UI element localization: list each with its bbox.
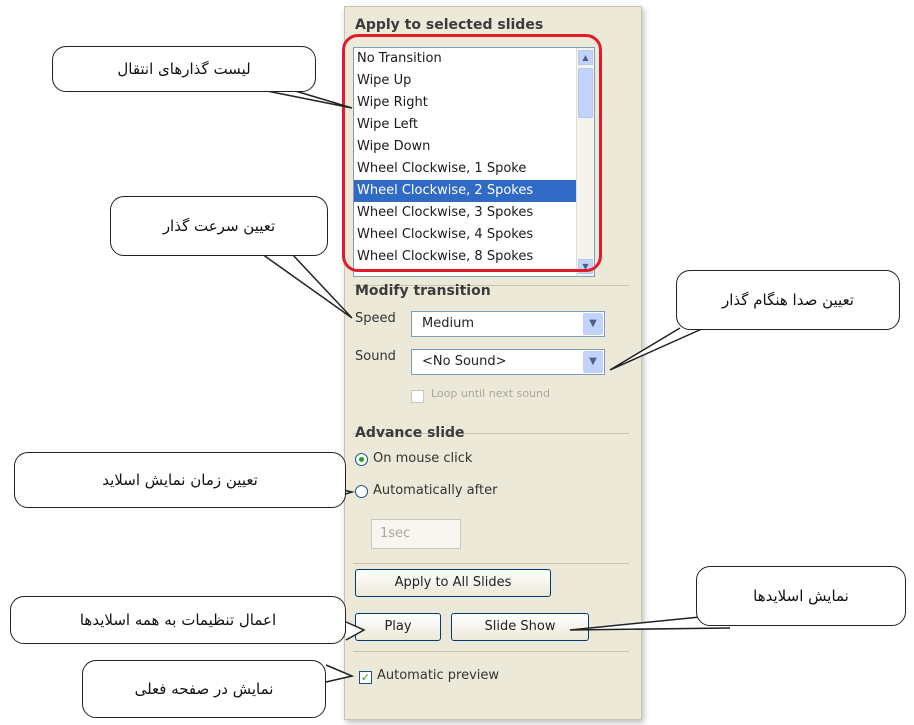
list-item[interactable]: Wheel Clockwise, 3 Spokes xyxy=(354,202,594,224)
speed-label: Speed xyxy=(355,311,396,326)
apply-title: Apply to selected slides xyxy=(355,17,544,33)
divider xyxy=(353,563,629,564)
list-scrollbar[interactable]: ▲ ▼ xyxy=(576,48,594,276)
sound-dropdown[interactable]: <No Sound> ▼ xyxy=(411,349,605,375)
callout-apply-all: اعمال تنظیمات به همه اسلایدها xyxy=(10,596,346,644)
callout-speed: تعیین سرعت گذار xyxy=(110,196,328,256)
transition-items: No Transition Wipe Up Wipe Right Wipe Le… xyxy=(354,48,594,268)
callout-timing-text: تعیین زمان نمایش اسلاید xyxy=(102,471,258,489)
callout-sound: تعیین صدا هنگام گذار xyxy=(676,270,900,330)
list-item[interactable]: Wheel Clockwise, 8 Spokes xyxy=(354,246,594,268)
slide-show-button[interactable]: Slide Show xyxy=(451,613,589,641)
time-spinner: 1sec xyxy=(371,519,461,549)
sound-value: <No Sound> xyxy=(422,354,507,369)
scroll-down-icon[interactable]: ▼ xyxy=(578,259,593,274)
callout-transition-list: لیست گذارهای انتقال xyxy=(52,46,316,92)
scroll-up-icon[interactable]: ▲ xyxy=(578,50,593,65)
callout-speed-text: تعیین سرعت گذار xyxy=(162,217,276,235)
list-item[interactable]: No Transition xyxy=(354,48,594,70)
automatic-preview-checkbox[interactable]: ✓ xyxy=(359,671,372,684)
callout-sound-text: تعیین صدا هنگام گذار xyxy=(722,291,854,309)
advance-title: Advance slide xyxy=(355,425,465,441)
speed-value: Medium xyxy=(422,316,474,331)
list-item[interactable]: Wipe Left xyxy=(354,114,594,136)
apply-all-button[interactable]: Apply to All Slides xyxy=(355,569,551,597)
on-mouse-click-radio[interactable] xyxy=(355,453,368,466)
automatic-preview-label: Automatic preview xyxy=(377,668,500,683)
list-item[interactable]: Wheel Clockwise, 4 Spokes xyxy=(354,224,594,246)
callout-preview: نمایش در صفحه فعلی xyxy=(82,660,326,718)
callout-preview-text: نمایش در صفحه فعلی xyxy=(134,680,274,698)
callout-slide-show: نمایش اسلایدها xyxy=(696,566,906,626)
automatically-after-radio[interactable] xyxy=(355,485,368,498)
chevron-down-icon[interactable]: ▼ xyxy=(583,313,603,335)
callout-timing: تعیین زمان نمایش اسلاید xyxy=(14,452,346,508)
leader-transition-list xyxy=(261,89,353,109)
chevron-down-icon[interactable]: ▼ xyxy=(583,351,603,373)
list-item[interactable]: Wipe Up xyxy=(354,70,594,92)
divider xyxy=(353,651,629,652)
time-value: 1sec xyxy=(380,526,411,541)
automatically-after-label: Automatically after xyxy=(373,483,498,498)
loop-checkbox xyxy=(411,390,424,403)
callout-slide-show-text: نمایش اسلایدها xyxy=(753,587,849,605)
callout-transition-list-text: لیست گذارهای انتقال xyxy=(117,60,251,78)
sound-label: Sound xyxy=(355,349,396,364)
list-item[interactable]: Wipe Down xyxy=(354,136,594,158)
callout-apply-all-text: اعمال تنظیمات به همه اسلایدها xyxy=(79,611,277,629)
modify-title: Modify transition xyxy=(355,283,491,299)
list-item-selected[interactable]: Wheel Clockwise, 2 Spokes xyxy=(354,180,594,202)
leader-speed xyxy=(261,253,353,319)
list-item[interactable]: Wipe Right xyxy=(354,92,594,114)
transition-list[interactable]: No Transition Wipe Up Wipe Right Wipe Le… xyxy=(353,47,595,277)
scroll-thumb[interactable] xyxy=(578,68,593,118)
play-button[interactable]: Play xyxy=(355,613,441,641)
list-item[interactable]: Wheel Clockwise, 1 Spoke xyxy=(354,158,594,180)
speed-dropdown[interactable]: Medium ▼ xyxy=(411,311,605,337)
on-mouse-click-label: On mouse click xyxy=(373,451,473,466)
loop-label: Loop until next sound xyxy=(431,387,550,400)
slide-transition-pane: Apply to selected slides No Transition W… xyxy=(344,6,642,720)
